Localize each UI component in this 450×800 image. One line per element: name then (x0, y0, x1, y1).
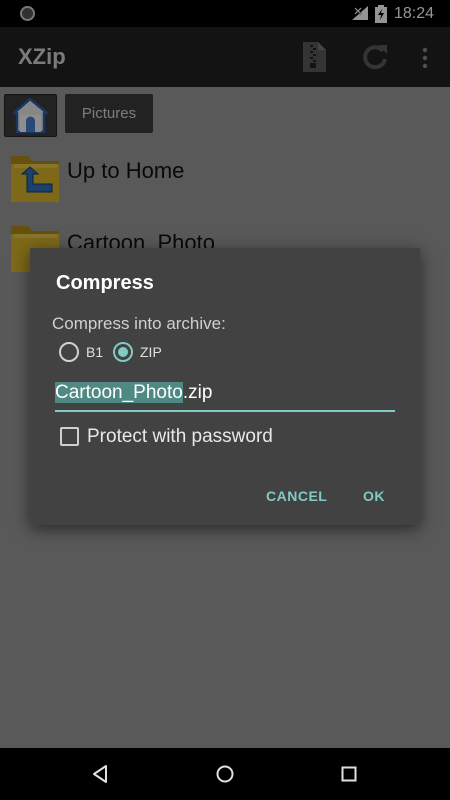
password-checkbox-label[interactable]: Protect with password (87, 426, 273, 448)
compress-dialog: Compress Compress into archive: B1 ZIP C… (30, 248, 420, 525)
recents-icon[interactable] (341, 766, 357, 782)
radio-zip[interactable] (113, 342, 133, 362)
archive-name-input[interactable]: Cartoon_Photo.zip (55, 382, 395, 412)
cancel-button[interactable]: CANCEL (266, 488, 327, 504)
archive-label: Compress into archive: (52, 314, 226, 333)
back-icon[interactable] (91, 764, 109, 784)
navigation-bar (0, 748, 450, 800)
ok-button[interactable]: OK (363, 488, 385, 504)
password-checkbox[interactable] (60, 427, 79, 446)
file-extension: .zip (182, 382, 213, 403)
radio-b1-label[interactable]: B1 (86, 344, 103, 360)
dialog-title: Compress (56, 272, 154, 294)
home-nav-icon[interactable] (216, 765, 234, 783)
radio-zip-label[interactable]: ZIP (140, 344, 162, 360)
selected-text: Cartoon_Photo (55, 382, 183, 403)
radio-b1[interactable] (59, 342, 79, 362)
